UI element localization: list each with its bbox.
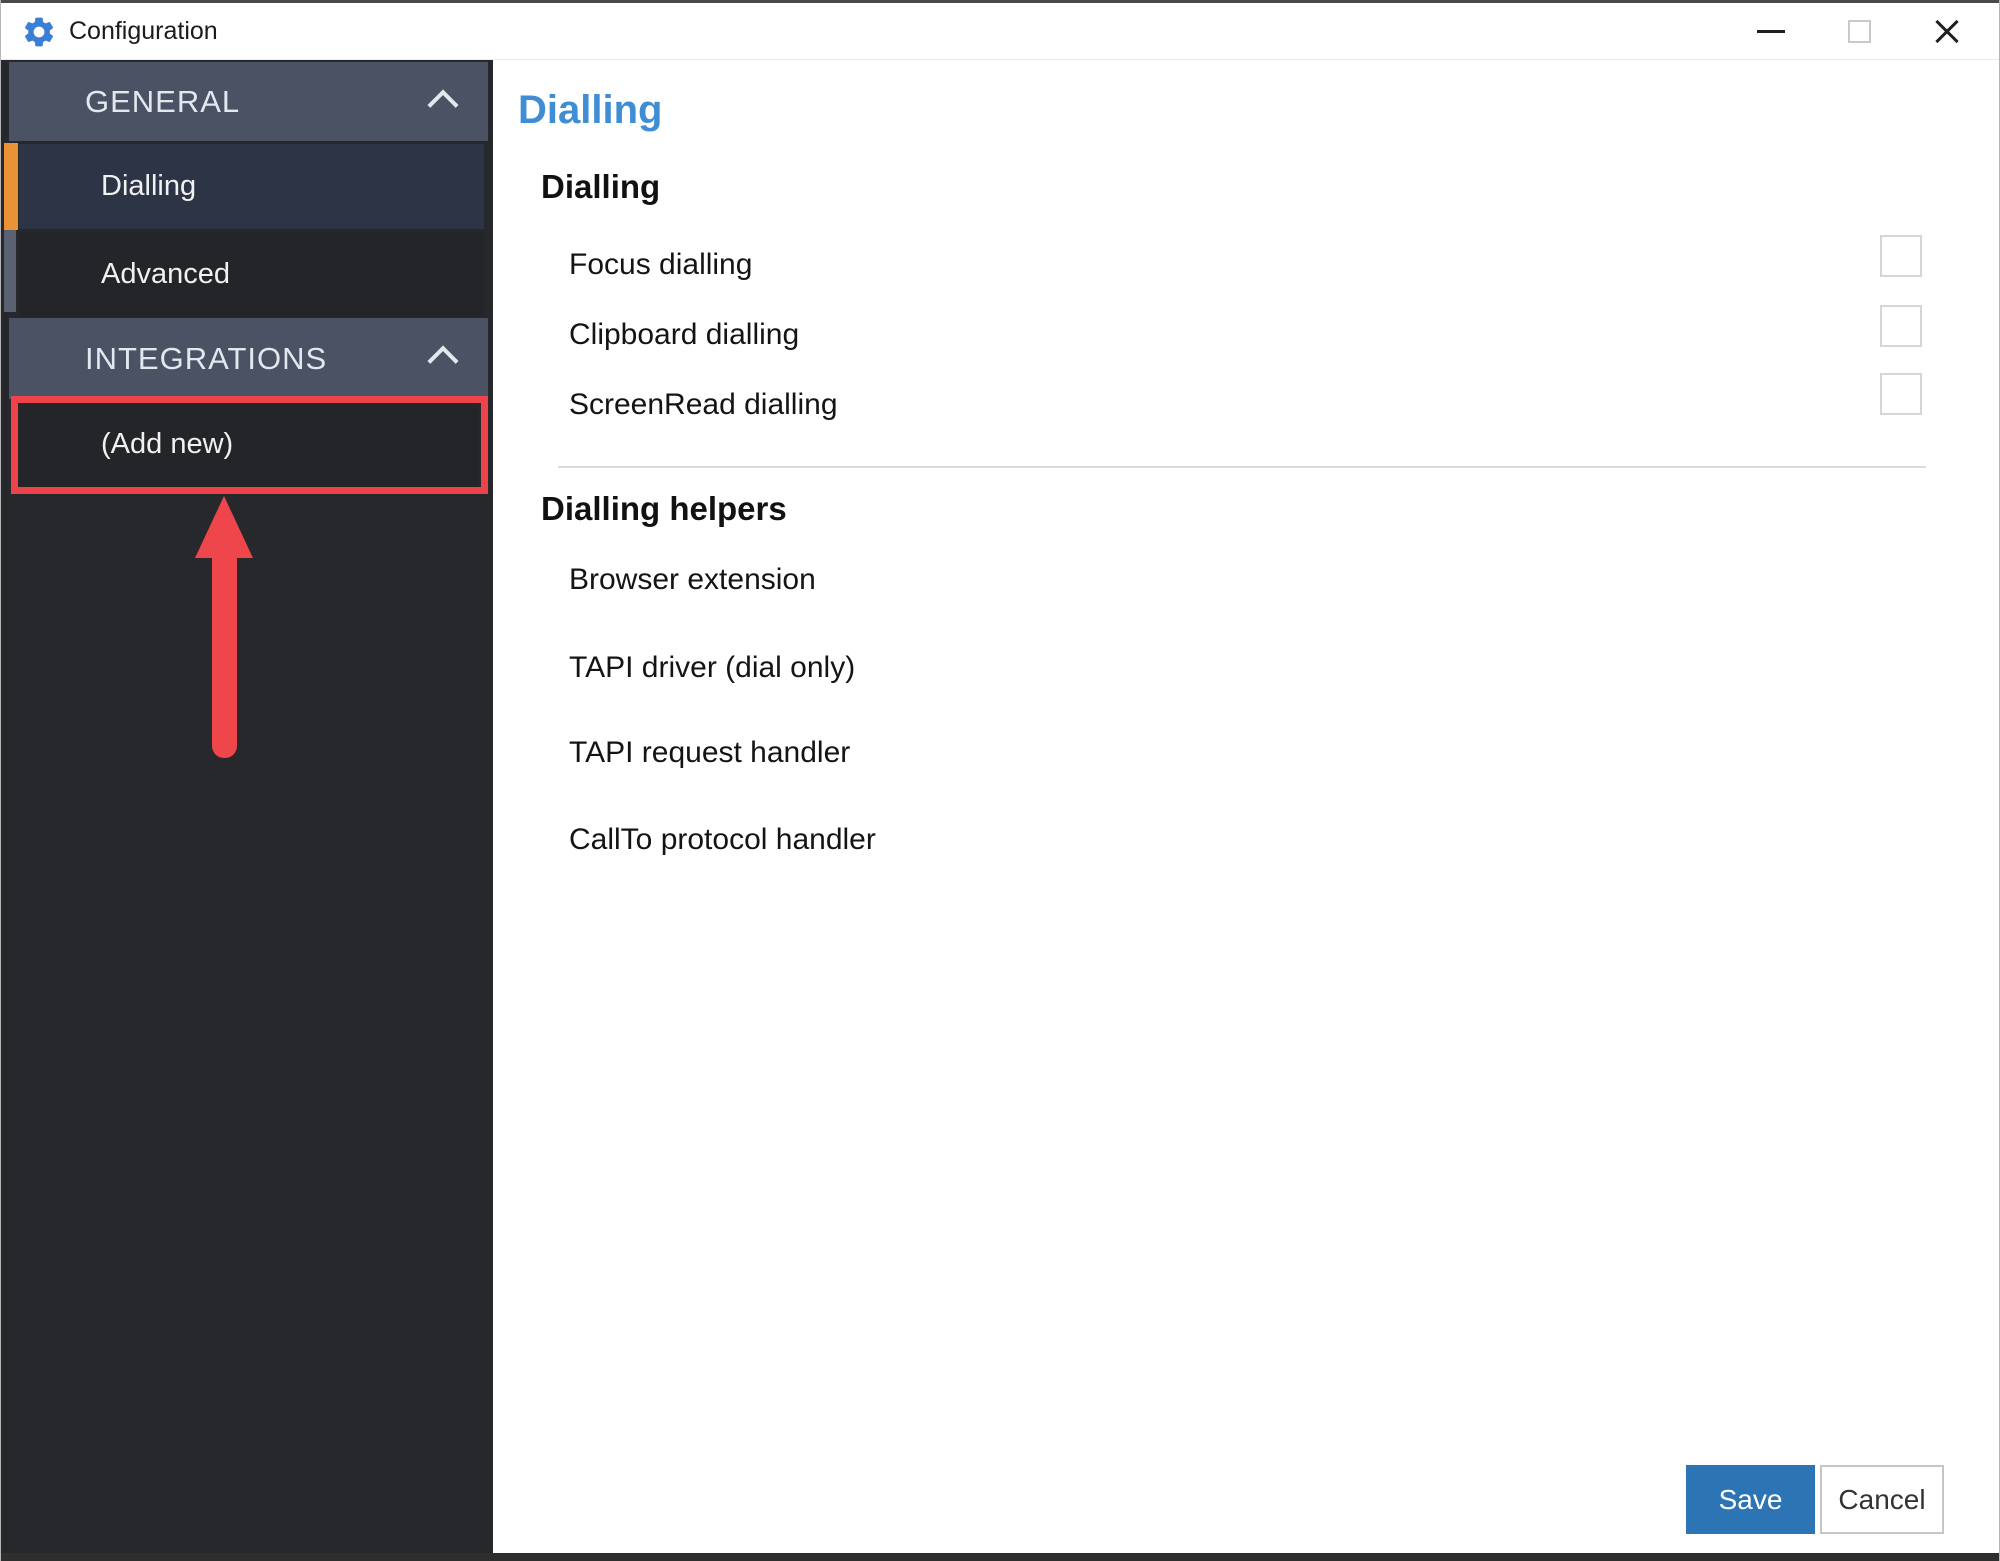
- chevron-up-icon: [427, 345, 459, 377]
- title-bar[interactable]: Configuration: [1, 3, 1999, 60]
- annotation-arrow-shaft: [212, 550, 237, 758]
- clipboard-dialling-checkbox[interactable]: [1880, 305, 1922, 347]
- helper-row-tapi-request-handler: TAPI request handler Enable: [569, 718, 1999, 788]
- sidebar-section-label: INTEGRATIONS: [85, 340, 328, 376]
- sidebar-section-integrations[interactable]: INTEGRATIONS: [9, 318, 488, 399]
- sidebar-item-label: Dialling: [101, 170, 197, 202]
- configuration-window: Configuration GENERAL Dialling Advanced …: [0, 0, 2000, 1561]
- page-title: Dialling: [518, 88, 663, 132]
- window-title: Configuration: [69, 17, 218, 45]
- tapi-driver-label: TAPI driver (dial only): [569, 651, 856, 684]
- minimize-icon: [1757, 30, 1785, 33]
- focus-dialling-label: Focus dialling: [569, 248, 753, 281]
- clipboard-dialling-label: Clipboard dialling: [569, 318, 800, 351]
- tapi-request-handler-label: TAPI request handler: [569, 736, 851, 769]
- maximize-icon: [1847, 20, 1871, 43]
- footer-actions: Save Cancel: [1686, 1465, 1944, 1534]
- sidebar-scroll-indicator: [4, 230, 16, 312]
- screenread-dialling-label: ScreenRead dialling: [569, 388, 838, 421]
- annotation-highlight-box: [11, 396, 488, 494]
- sidebar-item-label: Advanced: [101, 258, 230, 290]
- annotation-arrow-icon: [195, 496, 253, 558]
- callto-protocol-handler-label: CallTo protocol handler: [569, 823, 876, 856]
- selected-item-indicator: [4, 143, 18, 230]
- gear-icon: [21, 14, 57, 50]
- screenread-dialling-checkbox[interactable]: [1880, 373, 1922, 415]
- sidebar-item-advanced[interactable]: Advanced: [19, 232, 484, 317]
- main-content: Dialling Dialling Focus dialling Clipboa…: [493, 60, 1999, 1553]
- chevron-up-icon: [427, 89, 459, 121]
- focus-dialling-checkbox[interactable]: [1880, 235, 1922, 277]
- minimize-button[interactable]: [1727, 3, 1815, 60]
- sidebar-item-dialling[interactable]: Dialling: [19, 144, 484, 229]
- section-heading-dialling: Dialling: [541, 168, 661, 205]
- sidebar-section-general[interactable]: GENERAL: [9, 62, 488, 141]
- close-icon: [1932, 17, 1962, 47]
- save-button[interactable]: Save: [1686, 1465, 1815, 1534]
- window-controls: [1727, 3, 1991, 60]
- sidebar: GENERAL Dialling Advanced INTEGRATIONS (…: [1, 60, 493, 1553]
- section-divider: [558, 466, 1926, 468]
- close-button[interactable]: [1903, 3, 1991, 60]
- sidebar-section-label: GENERAL: [85, 83, 241, 119]
- cancel-button[interactable]: Cancel: [1820, 1465, 1944, 1534]
- browser-extension-label: Browser extension: [569, 563, 816, 596]
- helper-row-browser-extension: Browser extension Download: [569, 545, 1999, 615]
- maximize-button[interactable]: [1815, 3, 1903, 60]
- section-heading-dialling-helpers: Dialling helpers: [541, 490, 787, 527]
- helper-row-tapi-driver: TAPI driver (dial only) Enable: [569, 633, 1999, 703]
- helper-row-callto-protocol-handler: CallTo protocol handler Disable: [569, 805, 1999, 875]
- window-bottom-border: [1, 1553, 1999, 1561]
